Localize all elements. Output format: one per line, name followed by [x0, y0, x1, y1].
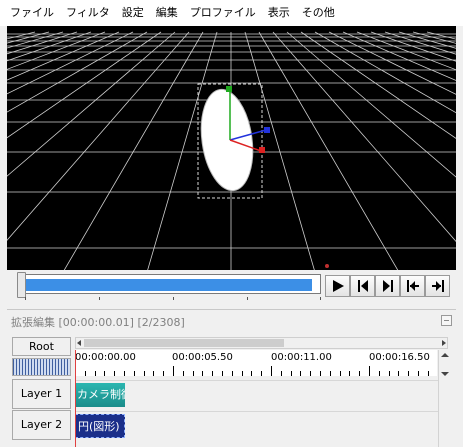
ruler-tick — [261, 371, 262, 376]
ruler-tick — [408, 371, 409, 376]
ruler-tick — [212, 371, 213, 376]
seek-tick — [173, 297, 174, 300]
next-frame-icon — [382, 280, 393, 292]
menu-other[interactable]: その他 — [296, 0, 341, 26]
menu-bar: ファイル フィルタ 設定 編集 プロファイル 表示 その他 — [0, 0, 463, 26]
timeline-title: 拡張編集 [00:00:00.01] [2/2308] — [11, 316, 185, 329]
timeline-zoom-slider[interactable] — [12, 358, 71, 376]
ruler-label: 00:00:00.00 — [75, 352, 136, 363]
perspective-grid — [7, 31, 456, 270]
ruler-tick — [232, 371, 233, 376]
next-frame-button[interactable] — [375, 275, 400, 297]
ruler-tick — [271, 366, 272, 376]
ruler-tick — [153, 371, 154, 376]
go-end-icon — [431, 280, 444, 292]
ruler-tick — [389, 371, 390, 376]
seek-tick — [320, 297, 321, 300]
menu-file[interactable]: ファイル — [4, 0, 60, 26]
layer-2-label[interactable]: Layer 2 — [12, 410, 71, 440]
ruler-label: 00:00:11.00 — [271, 352, 332, 363]
playback-controls — [7, 270, 456, 304]
ruler-tick — [340, 371, 341, 376]
time-ruler[interactable]: 00:00:00.00 00:00:05.50 00:00:11.00 00:0… — [75, 350, 437, 376]
menu-edit[interactable]: 編集 — [150, 0, 184, 26]
play-icon — [332, 280, 344, 292]
layer-1-track[interactable]: カメラ制御 — [75, 380, 438, 408]
ruler-tick — [418, 371, 419, 376]
scroll-up-icon[interactable] — [441, 353, 449, 357]
layer-1-label[interactable]: Layer 1 — [12, 379, 71, 409]
horizontal-scrollbar[interactable] — [75, 337, 448, 349]
ruler-tick — [144, 371, 145, 376]
ruler-tick — [398, 371, 399, 376]
ruler-tick — [320, 371, 321, 376]
layer-2-track[interactable]: 円(図形) — [75, 411, 438, 439]
go-end-button[interactable] — [425, 275, 450, 297]
ruler-tick — [310, 371, 311, 376]
ruler-tick — [242, 371, 243, 376]
ruler-tick — [114, 371, 115, 376]
gizmo-y-handle[interactable] — [226, 86, 232, 92]
extended-edit-window: 拡張編集 [00:00:00.01] [2/2308] Root 00:00:0… — [7, 309, 456, 447]
seek-tick — [99, 297, 100, 300]
transport-buttons — [325, 275, 450, 297]
ruler-tick — [173, 366, 174, 376]
ruler-tick — [124, 371, 125, 376]
go-start-icon — [406, 280, 419, 292]
circle-shape-clip[interactable]: 円(図形) — [75, 414, 125, 438]
ruler-label: 00:00:16.50 — [369, 352, 430, 363]
scroll-left-icon[interactable] — [77, 340, 81, 346]
scroll-down-icon[interactable] — [441, 372, 449, 376]
ruler-tick — [300, 371, 301, 376]
vertical-scrollbar[interactable] — [438, 350, 450, 447]
ruler-tick — [85, 371, 86, 376]
ruler-tick — [251, 371, 252, 376]
circle-shape-object[interactable] — [195, 86, 259, 194]
gizmo-x-handle[interactable] — [259, 147, 265, 153]
ruler-tick — [222, 371, 223, 376]
seek-bar[interactable] — [23, 274, 321, 294]
scroll-right-icon[interactable] — [442, 340, 446, 346]
prev-frame-button[interactable] — [350, 275, 375, 297]
ruler-tick — [369, 366, 370, 376]
ruler-tick — [134, 371, 135, 376]
horizontal-scroll-thumb[interactable] — [84, 339, 284, 347]
root-button[interactable]: Root — [12, 337, 71, 356]
play-button[interactable] — [325, 275, 350, 297]
seek-tick — [247, 297, 248, 300]
ruler-tick — [95, 371, 96, 376]
seek-ticks — [25, 297, 321, 301]
ruler-tick — [202, 371, 203, 376]
ruler-tick — [104, 371, 105, 376]
ruler-tick — [359, 371, 360, 376]
menu-settings[interactable]: 設定 — [116, 0, 150, 26]
prev-frame-icon — [357, 280, 368, 292]
ruler-label: 00:00:05.50 — [172, 352, 233, 363]
seek-tick — [25, 297, 26, 300]
ruler-tick — [379, 371, 380, 376]
menu-view[interactable]: 表示 — [262, 0, 296, 26]
playhead-line[interactable] — [75, 350, 76, 447]
seek-thumb[interactable] — [17, 272, 26, 298]
menu-filter[interactable]: フィルタ — [60, 0, 116, 26]
preview-viewport[interactable] — [7, 26, 456, 270]
ruler-tick — [291, 371, 292, 376]
ruler-tick — [193, 371, 194, 376]
ruler-tick — [349, 371, 350, 376]
seek-bar-fill — [26, 279, 312, 291]
go-start-button[interactable] — [400, 275, 425, 297]
menu-profile[interactable]: プロファイル — [184, 0, 262, 26]
close-icon[interactable] — [441, 315, 452, 326]
ruler-tick — [428, 371, 429, 376]
gizmo-z-handle[interactable] — [264, 127, 270, 133]
ruler-tick — [330, 371, 331, 376]
ruler-tick — [281, 371, 282, 376]
ruler-tick — [183, 371, 184, 376]
camera-control-clip[interactable]: カメラ制御 — [75, 383, 125, 407]
ruler-tick — [163, 371, 164, 376]
origin-marker — [325, 264, 329, 268]
